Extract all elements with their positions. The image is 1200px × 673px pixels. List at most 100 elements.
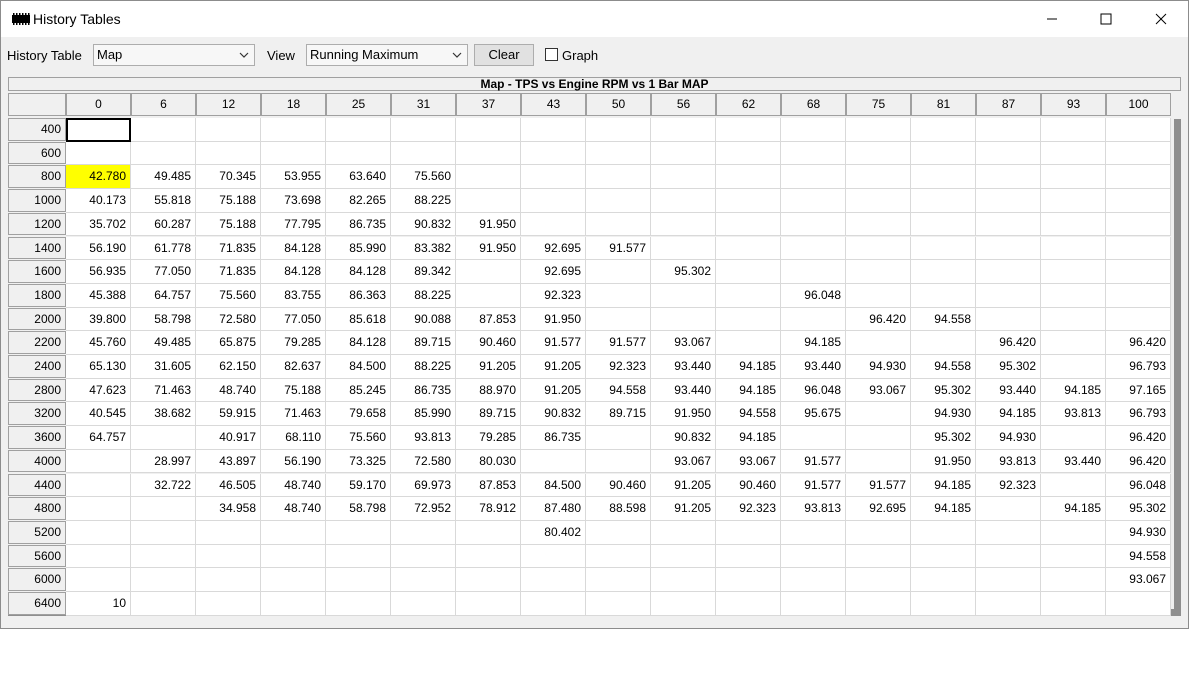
table-cell[interactable]: 91.205 [651,473,716,498]
table-cell[interactable] [391,544,456,569]
table-cell[interactable] [846,212,911,237]
table-cell[interactable]: 83.755 [261,283,326,308]
table-cell[interactable] [781,568,846,592]
table-cell[interactable] [456,283,521,308]
table-cell[interactable] [326,592,391,616]
table-cell[interactable]: 85.245 [326,378,391,403]
table-cell[interactable] [781,212,846,237]
table-cell[interactable] [911,283,976,308]
table-cell[interactable] [911,212,976,237]
table-cell[interactable]: 88.225 [391,189,456,213]
table-cell[interactable]: 93.440 [781,355,846,379]
table-cell[interactable] [521,141,586,166]
table-cell[interactable] [1106,283,1171,308]
table-cell[interactable]: 62.150 [196,355,261,379]
table-cell[interactable] [261,118,326,142]
table-cell[interactable]: 77.050 [261,307,326,332]
table-cell[interactable] [846,402,911,427]
view-select[interactable]: Running Maximum [306,44,468,66]
table-cell[interactable] [846,260,911,284]
table-cell[interactable]: 72.952 [391,497,456,521]
table-cell[interactable] [326,568,391,592]
table-cell[interactable] [846,568,911,592]
table-cell[interactable]: 73.325 [326,449,391,474]
table-cell[interactable]: 93.440 [651,355,716,379]
table-cell[interactable]: 94.185 [911,497,976,521]
vertical-scrollbar[interactable] [1174,119,1181,616]
table-cell[interactable] [976,165,1041,190]
table-cell[interactable] [911,141,976,166]
table-cell[interactable] [521,544,586,569]
table-cell[interactable] [911,520,976,545]
table-cell[interactable] [976,544,1041,569]
table-cell[interactable]: 91.577 [521,331,586,355]
table-cell[interactable] [781,426,846,450]
table-cell[interactable]: 91.950 [651,402,716,427]
table-cell[interactable]: 71.463 [131,378,196,403]
close-button[interactable] [1138,1,1184,37]
table-cell[interactable]: 93.440 [1041,449,1106,474]
table-cell[interactable] [456,260,521,284]
table-cell[interactable]: 75.560 [391,165,456,190]
table-cell[interactable] [976,236,1041,261]
table-cell[interactable] [1106,592,1171,616]
table-cell[interactable]: 71.835 [196,236,261,261]
table-cell[interactable]: 94.930 [1106,520,1171,545]
table-cell[interactable]: 58.798 [326,497,391,521]
table-cell[interactable] [586,212,651,237]
table-cell[interactable]: 93.813 [1041,402,1106,427]
table-cell[interactable] [326,141,391,166]
table-cell[interactable]: 91.950 [456,236,521,261]
table-cell[interactable]: 92.323 [976,473,1041,498]
table-cell[interactable] [976,307,1041,332]
table-cell[interactable] [716,592,781,616]
table-cell[interactable] [1106,118,1171,142]
table-cell[interactable]: 68.110 [261,426,326,450]
table-cell[interactable] [716,520,781,545]
table-cell[interactable] [781,592,846,616]
table-cell[interactable] [131,544,196,569]
table-cell[interactable]: 94.185 [1041,378,1106,403]
table-cell[interactable] [846,592,911,616]
table-cell[interactable] [1041,544,1106,569]
table-cell[interactable] [976,260,1041,284]
table-cell[interactable] [716,141,781,166]
table-cell[interactable]: 92.323 [586,355,651,379]
table-cell[interactable] [716,544,781,569]
table-cell[interactable] [586,568,651,592]
table-cell[interactable] [586,165,651,190]
table-cell[interactable]: 84.128 [261,260,326,284]
table-cell[interactable] [1041,520,1106,545]
table-cell[interactable] [651,236,716,261]
table-cell[interactable] [66,497,131,521]
table-cell[interactable]: 91.205 [651,497,716,521]
table-cell[interactable] [66,118,131,142]
table-cell[interactable]: 75.188 [196,212,261,237]
table-cell[interactable]: 95.675 [781,402,846,427]
table-cell[interactable] [781,189,846,213]
table-cell[interactable]: 95.302 [976,355,1041,379]
table-cell[interactable] [1041,331,1106,355]
table-cell[interactable]: 90.832 [391,212,456,237]
table-cell[interactable] [1041,165,1106,190]
table-cell[interactable]: 72.580 [391,449,456,474]
table-cell[interactable]: 87.853 [456,473,521,498]
table-cell[interactable]: 56.935 [66,260,131,284]
table-cell[interactable] [66,473,131,498]
table-cell[interactable]: 56.190 [261,449,326,474]
table-cell[interactable]: 45.760 [66,331,131,355]
table-cell[interactable] [1041,118,1106,142]
table-cell[interactable]: 82.265 [326,189,391,213]
table-cell[interactable]: 88.225 [391,355,456,379]
table-cell[interactable] [586,449,651,474]
table-cell[interactable]: 96.420 [976,331,1041,355]
table-cell[interactable] [976,212,1041,237]
table-cell[interactable] [846,520,911,545]
table-cell[interactable] [1041,355,1106,379]
table-cell[interactable]: 70.345 [196,165,261,190]
table-cell[interactable]: 64.757 [66,426,131,450]
table-cell[interactable]: 79.285 [261,331,326,355]
table-cell[interactable]: 80.402 [521,520,586,545]
table-cell[interactable]: 91.950 [521,307,586,332]
table-cell[interactable]: 73.698 [261,189,326,213]
